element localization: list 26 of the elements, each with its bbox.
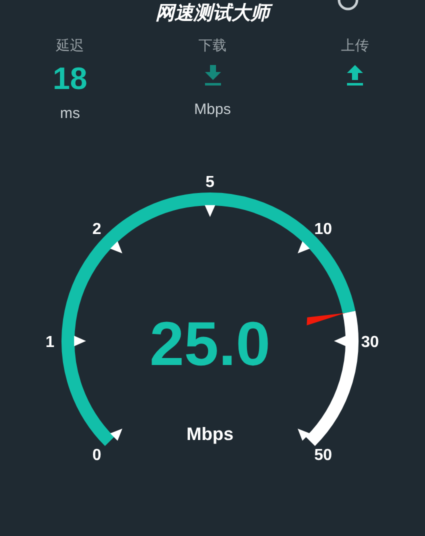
scale-label: 30 [361,334,379,351]
tick-mark [204,205,216,217]
stat-label: 延迟 [56,37,84,55]
scale-label: 50 [314,447,332,464]
download-icon [202,64,222,86]
scale-label: 10 [314,220,332,238]
stat-unit: Mbps [194,100,231,120]
scale-label: 1 [46,334,54,351]
tick-mark [110,428,122,441]
scale-label: 0 [92,447,102,464]
stat-unit: ms [60,104,80,124]
round-icon[interactable] [336,0,360,12]
tick-mark [74,336,86,346]
stat-value: 18 [52,61,88,97]
upload-icon [345,64,365,86]
speed-unit: Mbps [186,424,234,444]
needle [306,313,346,326]
tick-mark [298,241,310,254]
tick-mark [334,336,346,346]
speed-reading: 25.0 [150,310,270,379]
stat-label: 上传 [341,37,369,55]
tick-mark [110,241,122,254]
stat-label: 下载 [198,37,226,55]
tick-mark [298,428,310,441]
scale-label: 2 [92,220,102,238]
scale-label: 5 [206,174,214,191]
